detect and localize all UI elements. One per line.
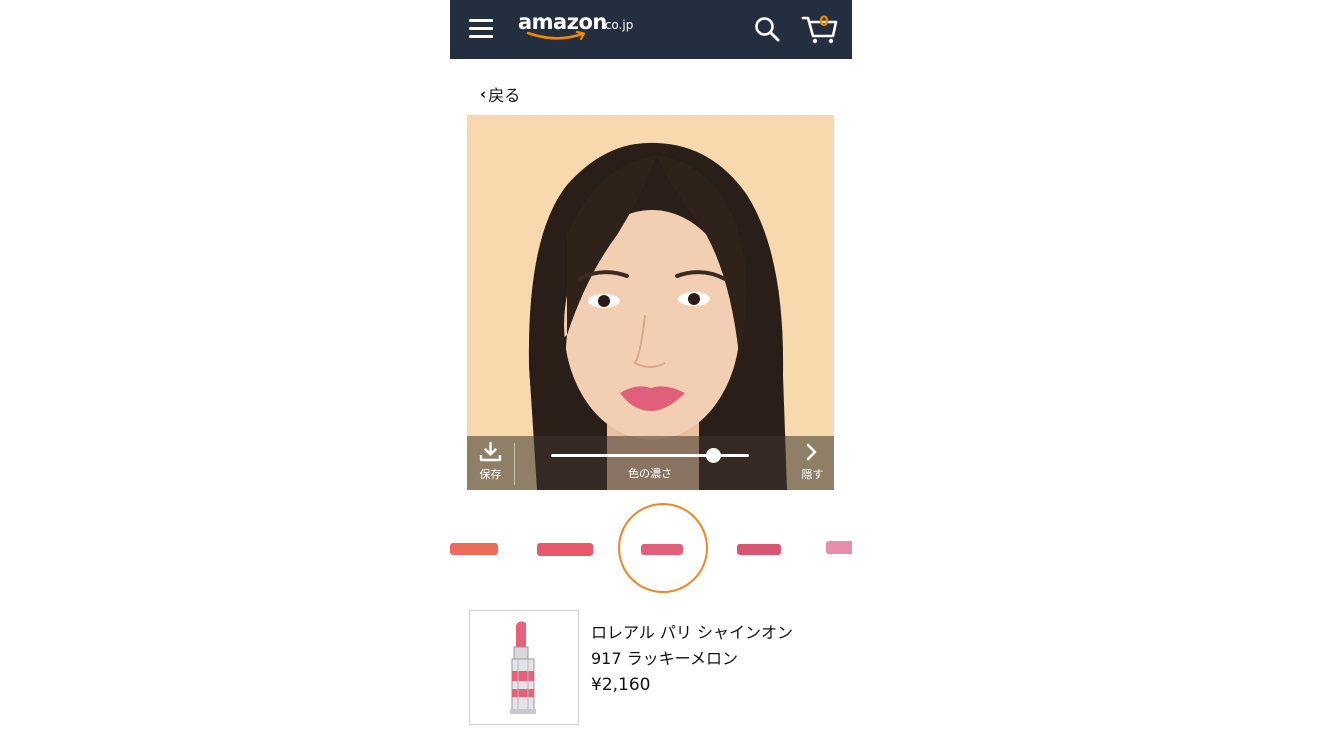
lipstick-swatch-carousel	[450, 500, 852, 595]
save-button[interactable]: 保存	[467, 436, 514, 490]
hide-label: 隠す	[801, 468, 824, 481]
top-navigation-bar: amazon .co.jp 0	[450, 0, 852, 59]
cart-button[interactable]: 0	[801, 12, 839, 44]
product-name-line1[interactable]: ロレアル パリ シャインオン	[591, 619, 793, 643]
model-face-image	[528, 142, 787, 490]
virtual-tryon-photo: 保存 色の濃さ 隠す	[467, 115, 834, 490]
product-image[interactable]	[469, 610, 579, 725]
hide-button[interactable]: 隠す	[791, 436, 834, 490]
slider-label: 色の濃さ	[628, 467, 672, 480]
back-label: 戻る	[488, 86, 521, 105]
product-name-line2[interactable]: 917 ラッキーメロン	[591, 645, 738, 669]
back-link[interactable]: ‹ 戻る	[480, 83, 520, 105]
color-intensity-slider[interactable]	[551, 448, 749, 463]
tryon-control-bar: 保存 色の濃さ 隠す	[467, 436, 834, 490]
search-icon	[755, 17, 780, 42]
swatch-2-selected[interactable]	[638, 540, 686, 558]
swatch-0[interactable]	[450, 540, 502, 558]
cart-count-badge: 0	[819, 14, 829, 30]
download-icon	[479, 441, 502, 462]
save-label: 保存	[479, 468, 502, 481]
amazon-logo[interactable]: amazon .co.jp	[518, 8, 638, 44]
slider-thumb[interactable]	[706, 448, 722, 463]
search-button[interactable]	[754, 16, 780, 42]
product-price: ¥2,160	[591, 675, 651, 695]
logo-domain: .co.jp	[601, 18, 634, 32]
app-screen: amazon .co.jp 0 ‹ 戻る 保存 色の濃さ 隠す ロレアル パリ …	[450, 0, 852, 743]
menu-icon[interactable]	[469, 19, 493, 38]
control-divider	[514, 443, 515, 485]
swatch-3[interactable]	[735, 540, 785, 558]
logo-smile-arrow-icon	[526, 30, 586, 41]
swatch-4[interactable]	[824, 538, 852, 558]
lipstick-product-image	[510, 621, 536, 714]
swatch-1[interactable]	[535, 540, 595, 558]
chevron-left-icon: ‹	[480, 85, 487, 103]
chevron-right-icon	[806, 443, 817, 461]
